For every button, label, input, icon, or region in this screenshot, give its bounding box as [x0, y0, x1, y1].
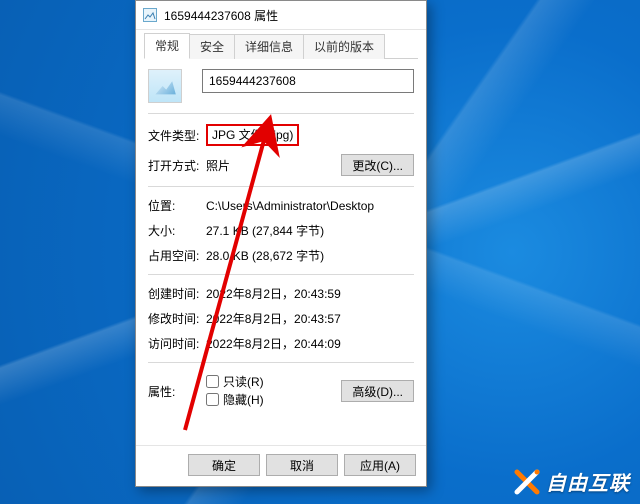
- filetype-value: JPG 文件 (.jpg): [206, 124, 414, 146]
- size-on-disk-row: 占用空间: 28.0 KB (28,672 字节): [148, 247, 414, 264]
- modified-label: 修改时间:: [148, 310, 206, 327]
- ok-button[interactable]: 确定: [188, 454, 260, 476]
- attributes-value: 只读(R) 隐藏(H): [206, 373, 341, 409]
- location-value: C:\Users\Administrator\Desktop: [206, 199, 414, 213]
- watermark: 自由互联: [514, 467, 630, 496]
- tab-body-general: 文件类型: JPG 文件 (.jpg) 打开方式: 照片 更改(C)... 位置…: [136, 59, 426, 445]
- button-bar: 确定 取消 应用(A): [136, 445, 426, 486]
- created-label: 创建时间:: [148, 285, 206, 302]
- accessed-value: 2022年8月2日，20:44:09: [206, 335, 414, 352]
- watermark-x-icon: [514, 469, 540, 495]
- filetype-highlight: JPG 文件 (.jpg): [206, 124, 299, 146]
- attributes-label: 属性:: [148, 383, 206, 400]
- accessed-row: 访问时间: 2022年8月2日，20:44:09: [148, 335, 414, 352]
- filename-row: [148, 69, 414, 103]
- accessed-label: 访问时间:: [148, 335, 206, 352]
- location-label: 位置:: [148, 197, 206, 214]
- size-on-disk-label: 占用空间:: [148, 247, 206, 264]
- size-row: 大小: 27.1 KB (27,844 字节): [148, 222, 414, 239]
- tab-security[interactable]: 安全: [189, 34, 235, 59]
- separator: [148, 362, 414, 363]
- attributes-row: 属性: 只读(R) 隐藏(H) 高级(D)...: [148, 373, 414, 409]
- readonly-checkbox[interactable]: [206, 375, 219, 388]
- filetype-row: 文件类型: JPG 文件 (.jpg): [148, 124, 414, 146]
- modified-value: 2022年8月2日，20:43:57: [206, 310, 414, 327]
- advanced-button[interactable]: 高级(D)...: [341, 380, 414, 402]
- tabs-area: 常规 安全 详细信息 以前的版本: [136, 30, 426, 59]
- tab-previous-versions[interactable]: 以前的版本: [303, 34, 385, 59]
- size-value: 27.1 KB (27,844 字节): [206, 222, 414, 239]
- created-value: 2022年8月2日，20:43:59: [206, 285, 414, 302]
- apply-button[interactable]: 应用(A): [344, 454, 416, 476]
- opens-with-value: 照片: [206, 157, 341, 174]
- change-button[interactable]: 更改(C)...: [341, 154, 414, 176]
- hidden-checkbox[interactable]: [206, 393, 219, 406]
- separator: [148, 113, 414, 114]
- readonly-checkbox-wrap[interactable]: 只读(R): [206, 373, 264, 390]
- modified-row: 修改时间: 2022年8月2日，20:43:57: [148, 310, 414, 327]
- tab-general[interactable]: 常规: [144, 33, 190, 59]
- tabstrip: 常规 安全 详细信息 以前的版本: [144, 36, 418, 59]
- opens-with-row: 打开方式: 照片 更改(C)...: [148, 154, 414, 176]
- properties-dialog: 1659444237608 属性 常规 安全 详细信息 以前的版本 文件类型: …: [135, 0, 427, 487]
- tab-details[interactable]: 详细信息: [234, 34, 304, 59]
- location-row: 位置: C:\Users\Administrator\Desktop: [148, 197, 414, 214]
- hidden-checkbox-wrap[interactable]: 隐藏(H): [206, 391, 264, 408]
- file-thumbnail-icon: [148, 69, 182, 103]
- size-on-disk-value: 28.0 KB (28,672 字节): [206, 247, 414, 264]
- separator: [148, 186, 414, 187]
- image-file-icon: [142, 7, 158, 23]
- separator: [148, 274, 414, 275]
- watermark-text: 自由互联: [546, 467, 630, 496]
- titlebar-text: 1659444237608 属性: [164, 7, 278, 24]
- size-label: 大小:: [148, 222, 206, 239]
- filename-input[interactable]: [202, 69, 414, 93]
- filetype-label: 文件类型:: [148, 127, 206, 144]
- readonly-label: 只读(R): [223, 373, 264, 390]
- created-row: 创建时间: 2022年8月2日，20:43:59: [148, 285, 414, 302]
- hidden-label: 隐藏(H): [223, 391, 264, 408]
- opens-with-label: 打开方式:: [148, 157, 206, 174]
- titlebar[interactable]: 1659444237608 属性: [136, 1, 426, 30]
- cancel-button[interactable]: 取消: [266, 454, 338, 476]
